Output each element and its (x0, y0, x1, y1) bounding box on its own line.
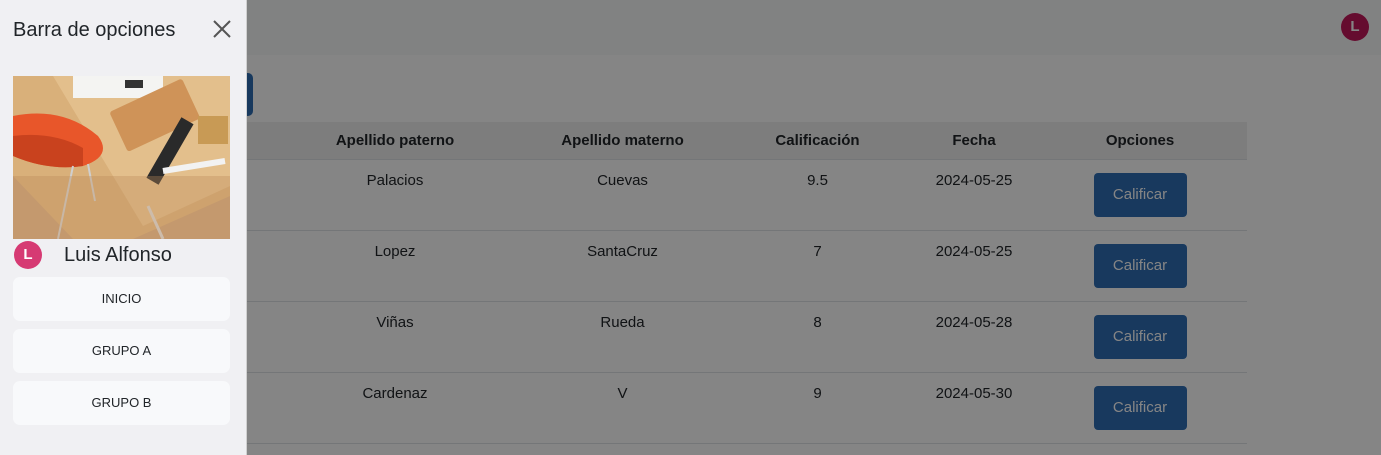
profile-avatar: L (14, 241, 42, 269)
menu-item-grupo-a[interactable]: GRUPO A (13, 329, 230, 373)
menu-item-grupo-b[interactable]: GRUPO B (13, 381, 230, 425)
close-icon[interactable] (210, 17, 234, 41)
menu-item-inicio[interactable]: INICIO (13, 277, 230, 321)
desk-photo (13, 76, 230, 239)
offcanvas-sidebar: Barra de opciones L Luis Alfonso INICIO … (0, 0, 247, 455)
sidebar-title: Barra de opciones (13, 19, 176, 41)
profile-name: Luis Alfonso (64, 244, 172, 266)
